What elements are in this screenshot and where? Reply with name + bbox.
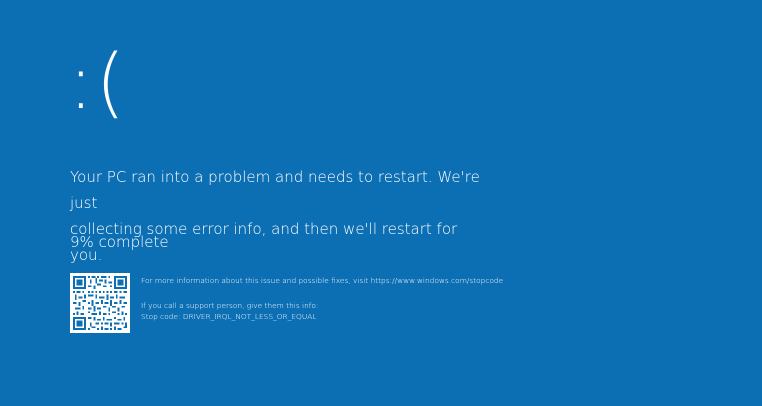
support-info: For more information about this issue an… (141, 275, 503, 322)
error-message-line-1: Your PC ran into a problem and needs to … (70, 168, 480, 212)
sad-face-emoticon: :( (68, 37, 128, 126)
qr-code-icon (70, 273, 130, 333)
support-person-text: If you call a support person, give them … (141, 301, 319, 310)
stop-code-text: Stop code: DRIVER_IRQL_NOT_LESS_OR_EQUAL (141, 312, 317, 321)
error-message: Your PC ran into a problem and needs to … (70, 164, 490, 268)
progress-text: 9% complete (70, 233, 169, 251)
blue-screen: :( Your PC ran into a problem and needs … (0, 0, 762, 406)
more-info-text: For more information about this issue an… (141, 276, 504, 285)
